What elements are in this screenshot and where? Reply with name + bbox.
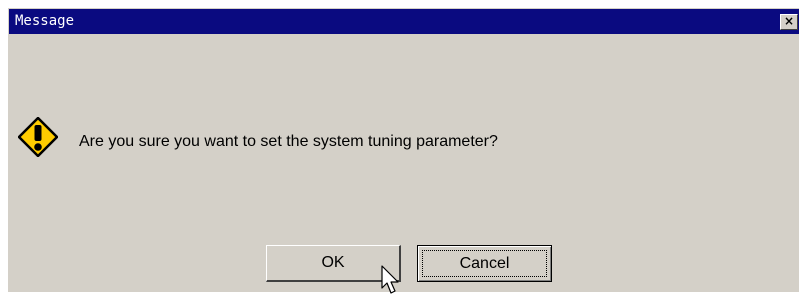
title-bar[interactable]: Message × (9, 9, 799, 34)
dialog-message: Are you sure you want to set the system … (79, 133, 498, 150)
mouse-pointer-icon (381, 265, 399, 294)
close-button[interactable]: × (780, 14, 798, 30)
close-icon: × (783, 14, 795, 28)
window-title: Message (15, 13, 75, 29)
cancel-button[interactable]: Cancel (417, 245, 552, 282)
message-dialog: Message × Are you sure you want to set t… (7, 7, 799, 294)
warning-icon (18, 117, 58, 157)
cancel-button-label: Cancel (422, 250, 547, 277)
